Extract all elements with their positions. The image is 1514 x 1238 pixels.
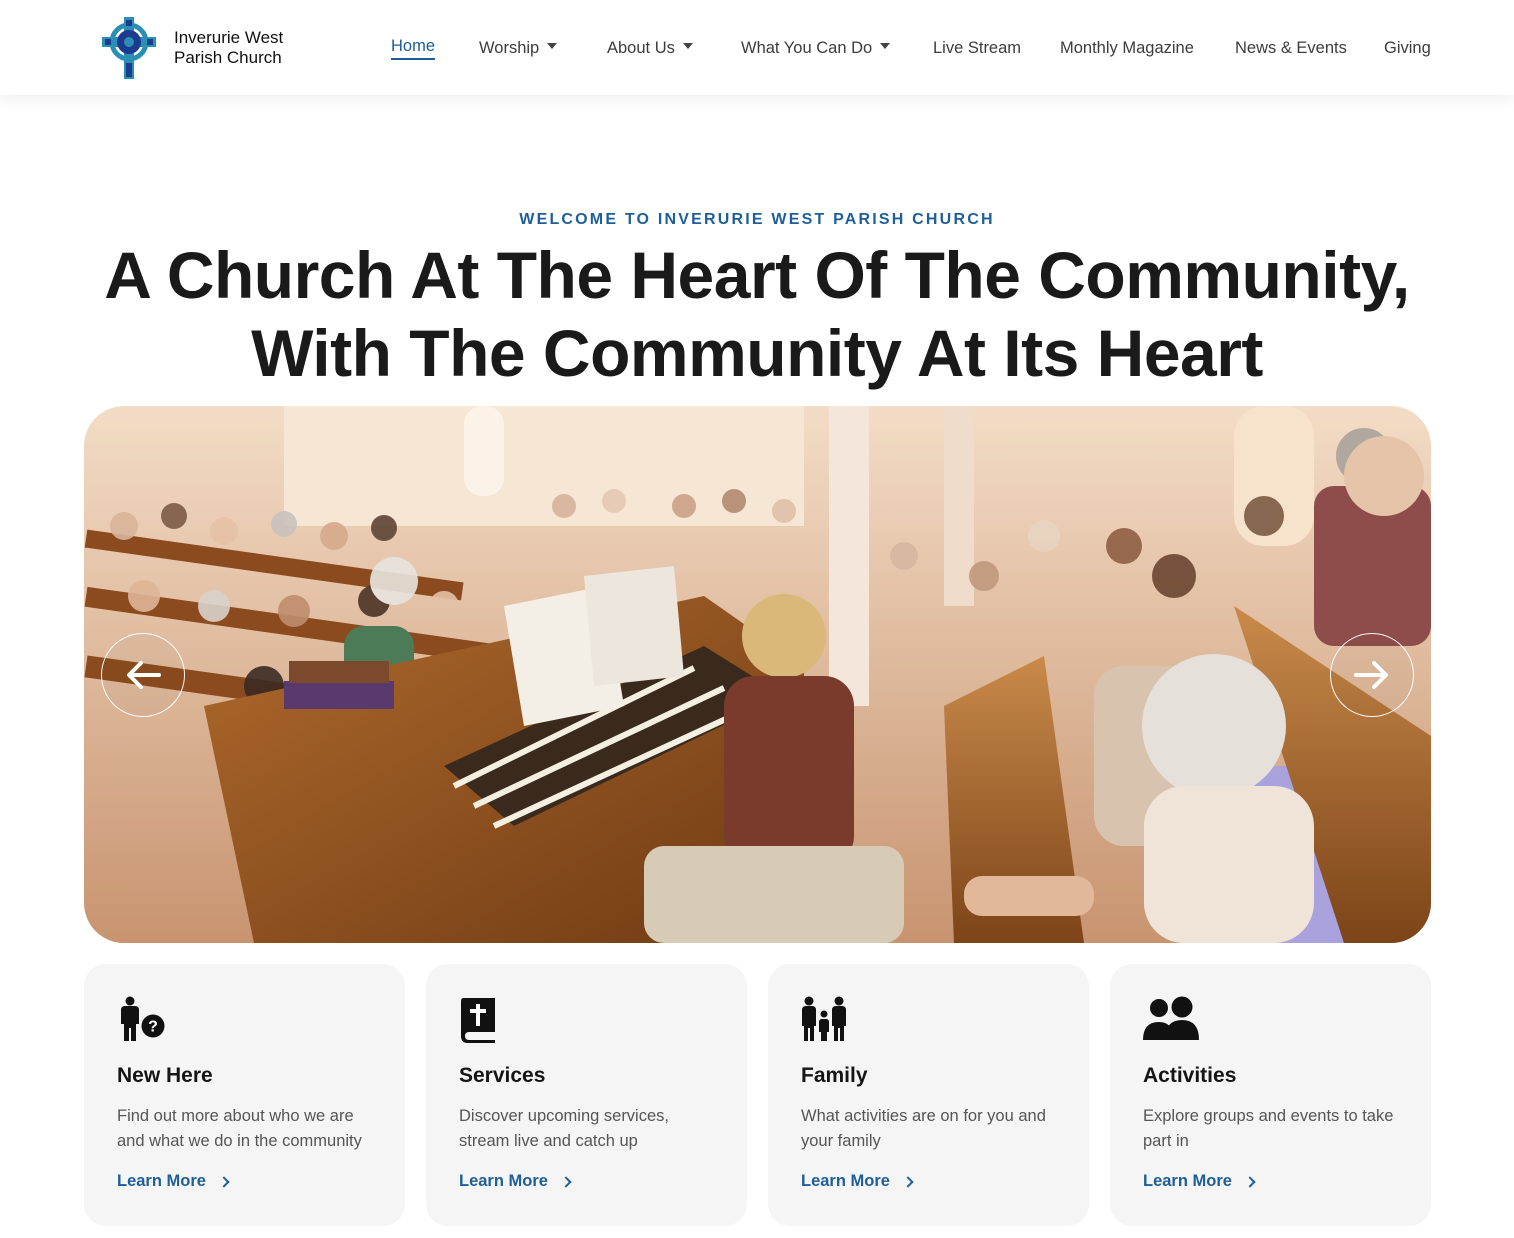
arrow-right-icon xyxy=(1354,661,1388,689)
caret-down-icon xyxy=(547,43,558,49)
chevron-right-icon xyxy=(560,1175,572,1188)
person-question-icon: ? xyxy=(121,996,165,1041)
bible-icon xyxy=(461,998,495,1043)
headline-line-1: A Church At The Heart Of The Community, xyxy=(104,238,1410,312)
card-title: Activities xyxy=(1143,1064,1237,1087)
card-description: Explore groups and events to take part i… xyxy=(1143,1107,1394,1150)
hero-carousel xyxy=(84,406,1431,943)
nav-item-what-you-can-do[interactable]: What You Can Do xyxy=(741,36,891,60)
carousel-prev-button[interactable] xyxy=(101,633,185,717)
learn-more-label: Learn More xyxy=(801,1172,890,1190)
card-family: Family What activities are on for you an… xyxy=(768,964,1089,1226)
caret-down-icon xyxy=(880,43,891,49)
learn-more-label: Learn More xyxy=(117,1172,206,1190)
nav-label: Worship xyxy=(479,38,540,57)
nav-label: Home xyxy=(391,37,436,60)
nav-item-news-events[interactable]: News & Events xyxy=(1235,36,1347,60)
nav-item-monthly-magazine[interactable]: Monthly Magazine xyxy=(1060,36,1194,60)
chevron-right-icon xyxy=(218,1175,230,1188)
card-new-here: ? New Here Find out more about who we ar… xyxy=(84,964,405,1226)
nav-label: Monthly Magazine xyxy=(1060,38,1194,57)
nav-item-home[interactable]: Home xyxy=(391,36,436,60)
nav-label: Giving xyxy=(1384,38,1431,57)
hero-headline: A Church At The Heart Of The Community, … xyxy=(0,236,1514,392)
nav-item-giving[interactable]: Giving xyxy=(1384,36,1431,60)
carousel-next-button[interactable] xyxy=(1330,633,1414,717)
nav-item-about-us[interactable]: About Us xyxy=(607,36,693,60)
nav-item-worship[interactable]: Worship xyxy=(479,36,558,60)
family-icon xyxy=(802,996,846,1041)
nav-label: About Us xyxy=(607,38,675,57)
church-congregation-photo xyxy=(84,406,1431,943)
learn-more-link[interactable]: Learn More xyxy=(1143,1172,1256,1191)
users-icon xyxy=(1143,996,1199,1040)
learn-more-link[interactable]: Learn More xyxy=(801,1172,914,1191)
card-description: What activities are on for you and your … xyxy=(801,1107,1046,1150)
learn-more-link[interactable]: Learn More xyxy=(459,1172,572,1191)
chevron-right-icon xyxy=(902,1175,914,1188)
nav-label: Live Stream xyxy=(933,38,1022,57)
learn-more-label: Learn More xyxy=(1143,1172,1232,1190)
card-title: Services xyxy=(459,1064,546,1087)
card-activities: Activities Explore groups and events to … xyxy=(1110,964,1431,1226)
card-services: Services Discover upcoming services, str… xyxy=(426,964,747,1226)
nav-item-live-stream[interactable]: Live Stream xyxy=(933,36,1021,60)
headline-line-2: With The Community At Its Heart xyxy=(251,316,1263,390)
svg-text:?: ? xyxy=(148,1019,158,1036)
nav-label: What You Can Do xyxy=(741,38,873,57)
hero-eyebrow: WELCOME TO INVERURIE WEST PARISH CHURCH xyxy=(519,211,995,228)
card-title: New Here xyxy=(117,1064,213,1087)
learn-more-label: Learn More xyxy=(459,1172,548,1190)
main-nav: Home Worship About Us What You Can Do Li… xyxy=(0,36,1514,60)
chevron-right-icon xyxy=(1244,1175,1256,1188)
learn-more-link[interactable]: Learn More xyxy=(117,1172,230,1191)
card-title: Family xyxy=(801,1064,868,1087)
nav-label: News & Events xyxy=(1235,38,1347,57)
site-header: Inverurie West Parish Church Home Worshi… xyxy=(0,0,1514,95)
card-description: Find out more about who we are and what … xyxy=(117,1107,362,1150)
card-description: Discover upcoming services, stream live … xyxy=(459,1107,669,1150)
caret-down-icon xyxy=(682,43,693,49)
arrow-left-icon xyxy=(127,661,161,689)
